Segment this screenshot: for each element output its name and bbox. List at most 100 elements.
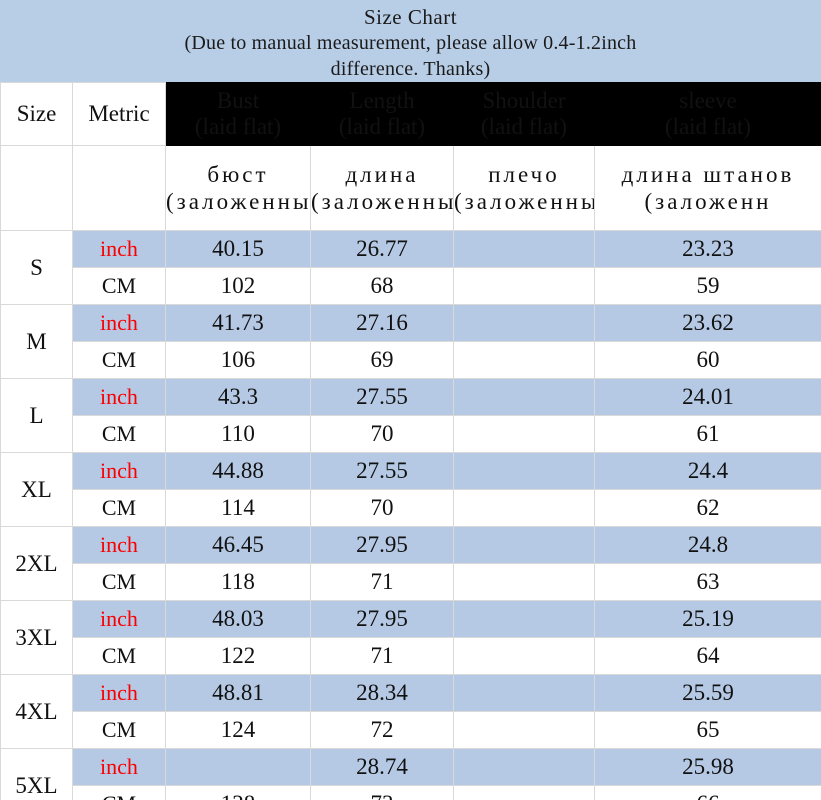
header-cell-sleeve: sleeve (laid flat) <box>594 82 821 146</box>
cell-shoulder-inch <box>453 674 595 712</box>
size-label-cell: XL <box>0 452 73 527</box>
table-subheader-row-ru: бюст (заложенный)длина (заложенный)плечо… <box>0 145 821 231</box>
cell-shoulder-cm <box>453 563 595 601</box>
metric-label-cm: CM <box>72 415 166 453</box>
cell-shoulder-cm <box>453 637 595 675</box>
metric-label-inch: inch <box>72 674 166 712</box>
cell-shoulder-inch <box>453 600 595 638</box>
cell-sleeve-inch: 24.4 <box>594 452 821 490</box>
cell-length-inch: 27.95 <box>310 600 454 638</box>
cell-length-cm: 69 <box>310 341 454 379</box>
subheader-cell-metric-empty <box>72 145 166 231</box>
metric-label-cm: CM <box>72 711 166 749</box>
subheader-shoulder-ru: плечо (заложенный) <box>453 145 595 231</box>
table-row: 4XL inch 48.81 28.34 25.59 <box>0 674 821 749</box>
cell-sleeve-inch: 25.19 <box>594 600 821 638</box>
cell-sleeve-cm: 61 <box>594 415 821 453</box>
header-bust-title: Bust <box>216 88 260 113</box>
cell-length-cm: 72 <box>310 711 454 749</box>
cell-bust-inch: 40.15 <box>165 230 311 268</box>
table-row: CM 122 71 64 <box>1 637 821 675</box>
table-row: XL inch 44.88 27.55 24.4 <box>0 452 821 527</box>
header-sleeve-subtitle: (laid flat) <box>664 114 752 139</box>
cell-length-cm: 70 <box>310 415 454 453</box>
metric-label-inch: inch <box>72 230 166 268</box>
cell-sleeve-inch: 24.01 <box>594 378 821 416</box>
cell-length-cm: 73 <box>310 785 454 800</box>
metric-label-inch: inch <box>72 600 166 638</box>
header-length-subtitle: (laid flat) <box>338 114 426 139</box>
cell-shoulder-inch <box>453 748 595 786</box>
table-row: CM12873 66 <box>1 785 821 800</box>
cell-bust-inch: 43.3 <box>165 378 311 416</box>
header-cell-length: Length (laid flat) <box>310 82 454 146</box>
table-header-row: Size Metric Bust (laid flat) Length (laid fla… <box>0 82 821 146</box>
cell-sleeve-cm: 64 <box>594 637 821 675</box>
metric-label-cm: CM <box>72 267 166 305</box>
table-row: 3XL inch 48.03 27.95 25.19 <box>0 600 821 675</box>
cell-shoulder-inch <box>453 452 595 490</box>
cell-sleeve-inch: 25.98 <box>594 748 821 786</box>
header-cell-shoulder: Shoulder (laid flat) <box>453 82 595 146</box>
cell-bust-inch: 44.88 <box>165 452 311 490</box>
header-shoulder-subtitle: (laid flat) <box>480 114 568 139</box>
cell-shoulder-cm <box>453 341 595 379</box>
cell-sleeve-inch: 24.8 <box>594 526 821 564</box>
metric-label-cm: CM <box>72 563 166 601</box>
cell-sleeve-cm: 60 <box>594 341 821 379</box>
cell-shoulder-cm <box>453 489 595 527</box>
cell-length-inch: 27.55 <box>310 452 454 490</box>
measurement-disclaimer-line2: difference. Thanks) <box>330 58 491 80</box>
cell-bust-cm: 128 <box>165 785 311 800</box>
size-chart-table: Size Metric Bust (laid flat) Length (laid fla… <box>0 82 821 800</box>
cell-shoulder-cm <box>453 711 595 749</box>
cell-bust-inch: 48.03 <box>165 600 311 638</box>
page-title: Size Chart <box>363 5 458 29</box>
cell-bust-cm: 102 <box>165 267 311 305</box>
cell-sleeve-cm: 62 <box>594 489 821 527</box>
header-cell-bust: Bust (laid flat) <box>165 82 311 146</box>
size-label-cell: S <box>0 230 73 305</box>
cell-length-cm: 68 <box>310 267 454 305</box>
table-row: CM 106 69 60 <box>1 341 821 379</box>
header-shoulder-title: Shoulder <box>482 88 566 113</box>
metric-label-cm: CM <box>72 785 166 800</box>
subheader-length-ru: длина (заложенный) <box>310 145 454 231</box>
table-row: 5XL inch 28.74 25.98 <box>0 748 821 800</box>
cell-bust-inch: 46.45 <box>165 526 311 564</box>
metric-label-inch: inch <box>72 378 166 416</box>
header-cell-metric: Metric <box>72 82 166 146</box>
cell-length-inch: 26.77 <box>310 230 454 268</box>
size-label-cell: 3XL <box>0 600 73 675</box>
cell-bust-inch: 48.81 <box>165 674 311 712</box>
subheader-sleeve-ru: длина штанов (заложенн <box>594 145 821 231</box>
table-row: CM 124 72 65 <box>1 711 821 749</box>
cell-shoulder-cm <box>453 785 595 800</box>
table-row: Minch 41.73 27.16 23.62 <box>0 304 821 379</box>
table-row: CM 102 68 59 <box>1 267 821 305</box>
cell-bust-cm: 106 <box>165 341 311 379</box>
metric-label-cm: CM <box>72 341 166 379</box>
table-row: CM 118 71 63 <box>1 563 821 601</box>
cell-bust-inch <box>165 748 311 786</box>
metric-label-inch: inch <box>72 526 166 564</box>
size-label-cell: M <box>0 304 73 379</box>
cell-sleeve-cm: 59 <box>594 267 821 305</box>
size-chart-image: Size Chart (Due to manual measurement, p… <box>0 0 821 800</box>
cell-shoulder-inch <box>453 378 595 416</box>
cell-sleeve-inch: 25.59 <box>594 674 821 712</box>
cell-shoulder-inch <box>453 230 595 268</box>
cell-shoulder-inch <box>453 526 595 564</box>
metric-label-inch: inch <box>72 304 166 342</box>
cell-bust-inch: 41.73 <box>165 304 311 342</box>
cell-bust-cm: 110 <box>165 415 311 453</box>
cell-length-cm: 71 <box>310 637 454 675</box>
chart-title-block: Size Chart (Due to manual measurement, p… <box>0 0 821 82</box>
table-row: CM 114 70 62 <box>1 489 821 527</box>
cell-length-inch: 27.55 <box>310 378 454 416</box>
subheader-bust-ru: бюст (заложенный) <box>165 145 311 231</box>
cell-bust-cm: 114 <box>165 489 311 527</box>
cell-length-cm: 71 <box>310 563 454 601</box>
table-row: 2XL inch 46.45 27.95 24.8 <box>0 526 821 601</box>
cell-bust-cm: 122 <box>165 637 311 675</box>
